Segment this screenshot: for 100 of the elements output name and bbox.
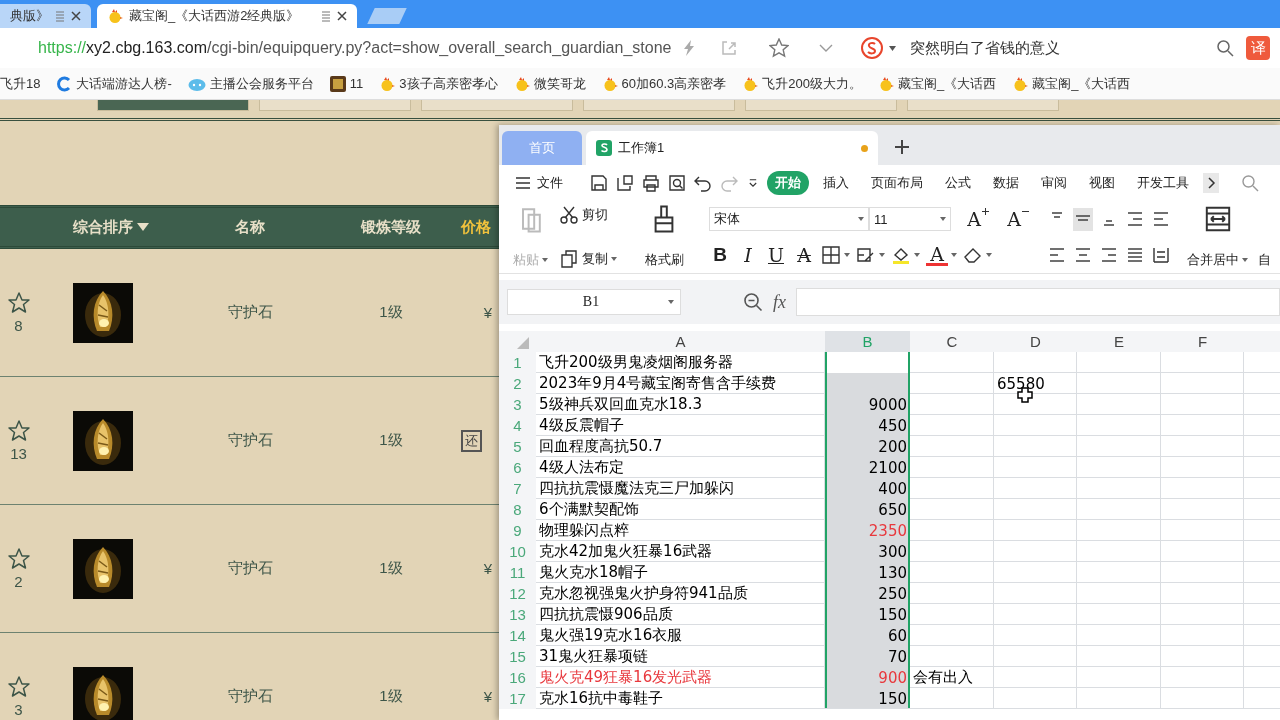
export-icon[interactable] [615,173,635,193]
merge-center-button[interactable]: 合并居中 [1187,251,1239,269]
bookmark[interactable]: 3孩子高亲密孝心 [379,74,498,93]
align-right-icon[interactable] [1099,245,1119,265]
close-icon[interactable] [71,11,81,21]
column-header[interactable]: 价格 [441,217,500,237]
browser-tab[interactable]: 藏宝阁_《大话西游2经典版》 [97,4,357,28]
font-color-button[interactable]: A [926,244,948,266]
caret-icon[interactable] [858,217,864,221]
bookmark[interactable]: 60加60.3高亲密孝 [601,74,727,93]
search-field[interactable]: 突然明白了省钱的意义 [910,38,1061,58]
increase-indent-icon[interactable] [1151,209,1171,229]
table-cell-text: 150 [877,605,908,624]
justify-icon[interactable] [1125,245,1145,265]
browser-tab[interactable]: 典版》 [0,4,91,28]
column-header[interactable]: A [536,331,825,352]
zoom-icon[interactable] [743,292,763,312]
copy-button[interactable]: 复制 [582,250,608,268]
caret-icon[interactable] [844,253,850,257]
caret-icon[interactable] [1242,258,1248,262]
ribbon-tab[interactable]: 页面布局 [863,171,931,195]
menu-icon[interactable] [515,177,531,189]
favorite-star-icon[interactable] [6,291,31,315]
strike-button[interactable]: A [793,244,815,266]
name-box[interactable]: B1 [507,289,681,315]
caret-icon[interactable] [914,253,920,257]
cut-button[interactable]: 剪切 [582,206,608,224]
chevron-right-icon[interactable] [1203,173,1219,193]
bookmark[interactable]: 主播公会服务平台 [187,74,314,93]
decrease-indent-icon[interactable] [1125,209,1145,229]
caret-icon[interactable] [889,45,897,51]
chevron-down-icon[interactable] [819,43,834,53]
caret-icon[interactable] [668,300,674,304]
document-icon [321,10,331,22]
align-center-icon[interactable] [1073,245,1093,265]
print-icon[interactable] [641,173,661,193]
function-button[interactable]: fx [773,291,786,313]
bookmark[interactable]: 飞升200级大力。 [742,74,862,93]
column-header[interactable]: 名称 [159,217,341,237]
table-cell-text: 回血程度高抗50.7 [538,437,664,456]
star-icon[interactable] [769,38,790,58]
caret-icon[interactable] [541,258,548,262]
workbook-tab[interactable]: 工作簿1 [586,131,878,165]
print-preview-icon[interactable] [667,173,687,193]
increase-font-button[interactable]: A [963,208,985,230]
decrease-font-button[interactable]: A [1003,208,1025,230]
column-header[interactable]: E [1077,331,1161,352]
format-painter-button[interactable]: 格式刷 [644,251,684,269]
bookmark[interactable]: 飞升18 [0,74,41,93]
sort-header[interactable]: 综合排序 [73,217,133,237]
table-cell-text: 鬼火强19克水16衣服 [538,626,684,645]
cell-style-icon[interactable] [856,245,876,265]
favorite-star-icon[interactable] [6,675,31,699]
column-header[interactable]: F [1161,331,1244,352]
caret-icon[interactable] [137,223,149,231]
borders-icon[interactable] [821,245,841,265]
bookmark[interactable]: 微笑哥龙 [513,74,586,93]
ribbon-tab[interactable]: 视图 [1081,171,1123,195]
ribbon-tab[interactable]: 审阅 [1033,171,1075,195]
address-field[interactable]: https://xy2.cbg.163.com/cgi-bin/equipquery.py?act=show_overall_search_guardian_stone [38,39,672,57]
ribbon-tab[interactable]: 数据 [985,171,1027,195]
table-cell-text: 克水42加鬼火狂暴16武器 [538,542,714,561]
favorite-star-icon[interactable] [6,419,31,443]
caret-icon[interactable] [940,217,946,221]
copy-icon[interactable] [559,249,579,269]
align-left-icon[interactable] [1047,245,1067,265]
caret-icon[interactable] [951,253,957,257]
bookmark[interactable]: 藏宝阁_《大话西 [1012,74,1131,93]
bookmark[interactable]: 藏宝阁_《大话西 [878,74,997,93]
caret-icon[interactable] [611,257,617,261]
favorite-star-icon[interactable] [6,547,31,571]
search-icon[interactable] [1216,39,1234,57]
table-cell-text: 70 [886,647,908,666]
ribbon-tab[interactable]: 公式 [937,171,979,195]
distributed-icon[interactable] [1151,245,1171,265]
add-tab-icon[interactable] [894,139,910,155]
search-engine-icon[interactable] [861,37,884,59]
bold-button[interactable]: B [709,244,731,266]
underline-button[interactable]: U [765,244,787,266]
italic-button[interactable]: I [737,244,759,266]
file-menu[interactable]: 文件 [537,174,563,192]
font-select[interactable]: 宋体 [709,207,869,231]
caret-icon[interactable] [986,253,992,257]
bookmark[interactable]: 大话端游达人榜- [56,74,172,93]
ribbon-tab[interactable]: 插入 [815,171,857,195]
formula-field[interactable] [796,288,1280,316]
toolbar-button[interactable]: 自 [1258,251,1271,269]
merge-cells-icon[interactable] [1203,205,1232,233]
caret-icon[interactable] [879,253,885,257]
filter-button[interactable] [97,100,249,111]
search-icon[interactable] [1241,174,1259,192]
column-header[interactable]: C [910,331,994,352]
ribbon-tab[interactable]: 开发工具 [1129,171,1197,195]
font-size-select[interactable]: 11 [869,207,951,231]
scissors-icon[interactable] [559,205,579,225]
column-header[interactable]: 锻炼等级 [341,217,441,237]
column-header[interactable]: D [994,331,1077,352]
close-icon[interactable] [337,11,347,21]
bookmark[interactable]: 11 [329,75,364,92]
save-icon[interactable] [589,173,609,193]
